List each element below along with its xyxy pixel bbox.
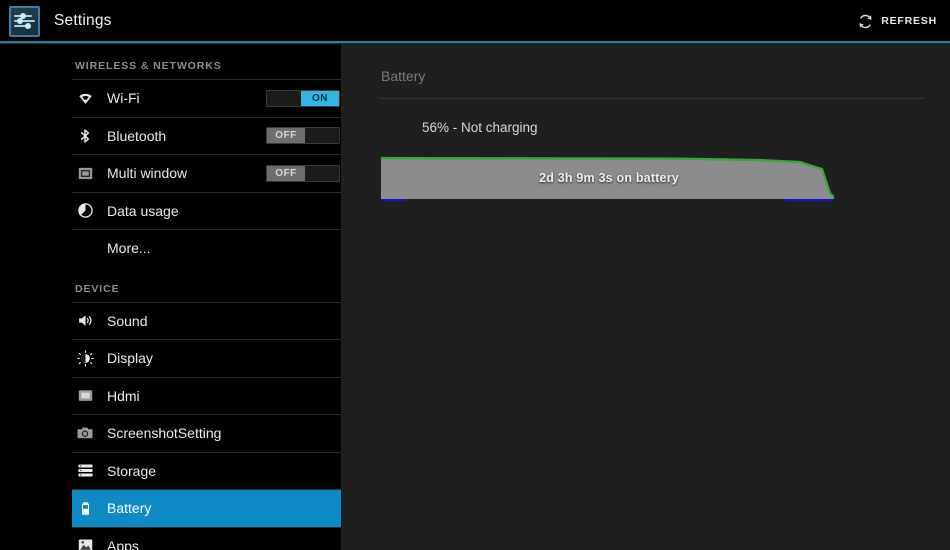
battery-chart-svg [380,154,838,202]
sidebar-item-label: More... [107,240,151,257]
hdmi-icon [75,386,95,406]
sidebar-item-label: Storage [107,462,157,479]
sidebar-item-label: ScreenshotSetting [107,425,222,442]
storage-icon [75,461,95,481]
title-divider [379,98,924,99]
display-icon [75,348,95,368]
battery-content-panel: Battery 56% - Not charging 2d 3h 9m 3s o… [341,44,950,550]
sidebar-item-more[interactable]: More... [72,230,341,267]
camera-icon [75,423,95,443]
sidebar-item-label: Multi window [107,165,188,182]
settings-list: WIRELESS & NETWORKS Wi-Fi ON Bluetooth O… [72,44,341,550]
sidebar-item-storage[interactable]: Storage [72,453,341,490]
multiwindow-icon [75,163,95,183]
settings-sidebar: WIRELESS & NETWORKS Wi-Fi ON Bluetooth O… [0,44,341,550]
bluetooth-icon [75,126,95,146]
sidebar-item-data-usage[interactable]: Data usage [72,193,341,230]
battery-icon [75,498,95,518]
sidebar-item-bluetooth[interactable]: Bluetooth OFF [72,118,341,155]
app-title: Settings [54,12,112,29]
sidebar-item-screenshot-setting[interactable]: ScreenshotSetting [72,415,341,452]
settings-app: Settings REFRESH WIRELESS & NETWORKS Wi-… [0,0,950,550]
section-header-device: DEVICE [75,282,120,295]
sidebar-item-label: Display [107,350,153,367]
datausage-icon [75,201,95,221]
apps-icon [75,536,95,550]
page-title: Battery [381,68,426,84]
chart-area-fill [381,159,834,199]
multi-window-toggle-state: OFF [267,165,305,181]
refresh-button[interactable]: REFRESH [857,13,937,30]
screen-on-marker-right [785,199,834,202]
sidebar-item-label: Hdmi [107,387,140,404]
wifi-toggle-state: ON [301,90,339,106]
sidebar-item-sound[interactable]: Sound [72,303,341,340]
battery-history-chart[interactable]: 2d 3h 9m 3s on battery [380,154,838,202]
wifi-icon [75,88,95,108]
sound-icon [75,311,95,331]
sidebar-item-display[interactable]: Display [72,340,341,377]
wifi-toggle[interactable]: ON [266,89,340,107]
sidebar-item-label: Battery [107,500,152,517]
multi-window-toggle[interactable]: OFF [266,164,340,182]
refresh-label: REFRESH [881,15,937,27]
screen-on-marker-left [382,199,406,202]
sidebar-item-battery[interactable]: Battery [72,490,341,527]
bluetooth-toggle[interactable]: OFF [266,127,340,145]
refresh-icon [857,13,874,30]
sidebar-item-label: Apps [107,537,139,550]
section-header-wireless: WIRELESS & NETWORKS [75,60,222,72]
sidebar-item-wifi[interactable]: Wi-Fi ON [72,80,341,117]
sidebar-item-label: Data usage [107,202,179,219]
sidebar-item-apps[interactable]: Apps [72,528,341,550]
sidebar-item-label: Bluetooth [107,127,167,144]
sidebar-item-label: Wi-Fi [107,90,140,107]
battery-status-text: 56% - Not charging [422,120,538,135]
bluetooth-toggle-state: OFF [267,128,305,144]
sidebar-item-multi-window[interactable]: Multi window OFF [72,155,341,192]
action-bar: Settings REFRESH [0,0,950,42]
settings-sliders-icon[interactable] [9,5,40,37]
sidebar-item-label: Sound [107,312,148,329]
sidebar-item-hdmi[interactable]: Hdmi [72,378,341,415]
